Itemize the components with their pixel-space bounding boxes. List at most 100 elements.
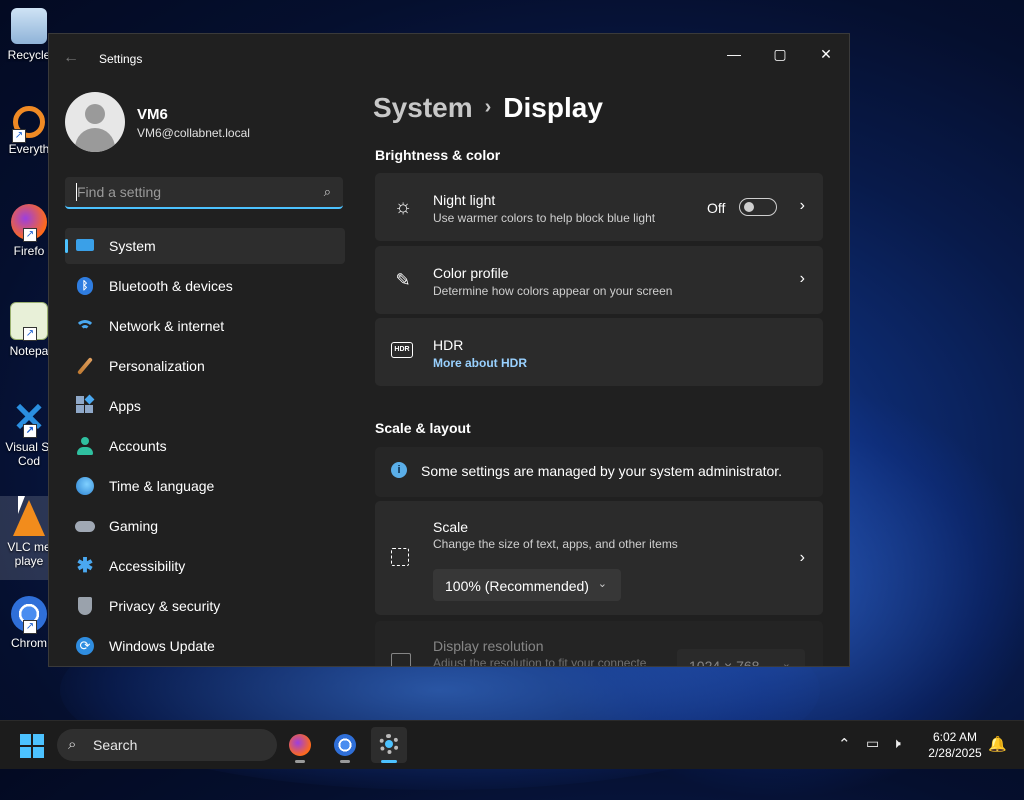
- sidebar-item-label: Accounts: [109, 438, 167, 454]
- volume-muted-icon[interactable]: 🕨: [892, 735, 901, 752]
- resolution-value: 1024 × 768: [689, 658, 760, 667]
- night-light-state: Off: [707, 200, 726, 216]
- sidebar-item-gaming[interactable]: Gaming: [65, 508, 345, 544]
- chevron-right-icon[interactable]: ›: [800, 270, 805, 288]
- sidebar-item-label: Bluetooth & devices: [109, 278, 233, 294]
- clock-time: 6:02 AM: [932, 730, 978, 744]
- back-arrow-icon[interactable]: ←: [63, 48, 83, 68]
- sidebar-item-apps[interactable]: Apps: [65, 388, 345, 424]
- search-placeholder: Find a setting: [77, 184, 162, 200]
- sun-icon: ☼: [393, 196, 413, 218]
- accessibility-icon: ✱: [76, 555, 94, 577]
- taskbar-chrome[interactable]: [327, 727, 363, 763]
- sidebar-item-accessibility[interactable]: ✱ Accessibility: [65, 548, 345, 584]
- maximize-button[interactable]: ▢: [757, 38, 803, 70]
- sidebar-item-label: Privacy & security: [109, 598, 221, 614]
- notepad-icon: ↗: [10, 302, 48, 341]
- scale-title: Scale: [433, 519, 469, 535]
- scale-dropdown[interactable]: 100% (Recommended) ⌄: [433, 569, 621, 601]
- night-light-title: Night light: [433, 192, 496, 208]
- close-button[interactable]: ✕: [803, 38, 849, 70]
- resolution-dropdown[interactable]: 1024 × 768 ⌄: [677, 649, 805, 667]
- wifi-icon: [75, 316, 95, 336]
- sidebar-item-personalization[interactable]: Personalization: [65, 348, 345, 384]
- info-icon: i: [391, 462, 407, 478]
- vscode-icon: ✕ ↗: [12, 396, 46, 440]
- hdr-title: HDR: [433, 337, 464, 353]
- firefox-icon: ↗: [11, 204, 47, 242]
- shield-icon: [75, 596, 95, 616]
- avatar[interactable]: [65, 92, 125, 152]
- chevron-up-icon[interactable]: ⌃: [838, 735, 851, 753]
- gamepad-icon: [75, 516, 95, 536]
- chevron-right-icon[interactable]: ›: [800, 197, 805, 215]
- chrome-icon: ↗: [11, 596, 47, 634]
- chrome-icon: [334, 734, 356, 756]
- resize-icon: [391, 548, 409, 566]
- admin-notice-text: Some settings are managed by your system…: [421, 463, 783, 479]
- globe-clock-icon: [75, 476, 95, 496]
- settings-window: ← Settings — ▢ ✕ VM6 VM6@collabnet.local…: [48, 33, 850, 667]
- color-profile-card[interactable]: ✎ Color profile Determine how colors app…: [375, 246, 823, 314]
- firefox-icon: [289, 734, 311, 756]
- taskbar-settings[interactable]: [371, 727, 407, 763]
- breadcrumb: System › Display: [373, 92, 603, 124]
- bluetooth-icon: ᛒ: [75, 276, 95, 296]
- page-title: Display: [503, 92, 603, 123]
- chevron-right-icon[interactable]: ›: [800, 549, 805, 567]
- night-light-toggle[interactable]: [739, 198, 777, 216]
- sidebar-item-label: Apps: [109, 398, 141, 414]
- taskbar-firefox[interactable]: [282, 727, 318, 763]
- eyedropper-icon: ✎: [395, 270, 411, 290]
- sidebar-item-label: Gaming: [109, 518, 159, 534]
- hdr-icon: HDR: [391, 342, 413, 358]
- section-heading-scale: Scale & layout: [375, 420, 471, 436]
- breadcrumb-parent[interactable]: System: [373, 92, 473, 123]
- admin-notice: i Some settings are managed by your syst…: [375, 447, 823, 497]
- sidebar-item-network[interactable]: Network & internet: [65, 308, 345, 344]
- user-name: VM6: [137, 106, 168, 123]
- sidebar-item-time-language[interactable]: Time & language: [65, 468, 345, 504]
- sidebar-item-label: Time & language: [109, 478, 215, 494]
- search-input[interactable]: Find a setting ⌕: [65, 177, 343, 209]
- search-icon: ⌕: [68, 736, 77, 753]
- sidebar-item-label: Personalization: [109, 358, 205, 374]
- more-about-hdr-link[interactable]: More about HDR: [433, 356, 527, 370]
- sidebar-nav: System ᛒ Bluetooth & devices Network & i…: [65, 228, 345, 666]
- start-button[interactable]: [20, 734, 44, 758]
- night-light-card[interactable]: ☼ Night light Use warmer colors to help …: [375, 173, 823, 241]
- user-email: VM6@collabnet.local: [137, 126, 250, 140]
- sidebar-item-privacy-security[interactable]: Privacy & security: [65, 588, 345, 624]
- resolution-title: Display resolution: [433, 638, 544, 654]
- notification-bell-icon[interactable]: 🔔: [988, 735, 1007, 753]
- recycle-bin-icon: [11, 8, 47, 44]
- clock-date: 2/28/2025: [928, 746, 982, 760]
- sidebar-item-system[interactable]: System: [65, 228, 345, 264]
- monitor-icon: [75, 236, 95, 256]
- chevron-down-icon: ⌄: [781, 658, 791, 667]
- night-light-subtitle: Use warmer colors to help block blue lig…: [433, 211, 656, 225]
- sidebar-item-windows-update[interactable]: ⟳ Windows Update: [65, 628, 345, 664]
- person-icon: [75, 436, 95, 456]
- scale-value: 100% (Recommended): [445, 578, 589, 594]
- brush-icon: [75, 356, 95, 376]
- everything-search-icon: ↗: [12, 106, 45, 143]
- sidebar-item-accounts[interactable]: Accounts: [65, 428, 345, 464]
- update-icon: ⟳: [75, 636, 95, 656]
- taskbar-search[interactable]: ⌕ Search: [57, 729, 277, 761]
- clock[interactable]: 6:02 AM 2/28/2025: [920, 729, 990, 761]
- settings-gear-center: [385, 740, 393, 748]
- taskbar: ⌕ Search ⌃ ▭ 🕨 6:02 AM 2/28/2025 🔔: [0, 720, 1024, 769]
- search-icon: ⌕: [323, 184, 331, 199]
- chevron-down-icon: ⌄: [597, 578, 607, 590]
- sidebar-item-label: Network & internet: [109, 318, 225, 334]
- sidebar-item-bluetooth[interactable]: ᛒ Bluetooth & devices: [65, 268, 345, 304]
- resolution-icon: [391, 653, 411, 666]
- minimize-button[interactable]: —: [711, 38, 757, 70]
- display-resolution-card: Display resolution Adjust the resolution…: [375, 621, 823, 667]
- title-bar[interactable]: ← Settings — ▢ ✕: [49, 34, 849, 82]
- hdr-card: HDR HDR More about HDR: [375, 318, 823, 386]
- resolution-subtitle: Adjust the resolution to fit your connec…: [433, 656, 647, 667]
- network-icon[interactable]: ▭: [866, 735, 879, 752]
- scale-subtitle: Change the size of text, apps, and other…: [433, 537, 678, 551]
